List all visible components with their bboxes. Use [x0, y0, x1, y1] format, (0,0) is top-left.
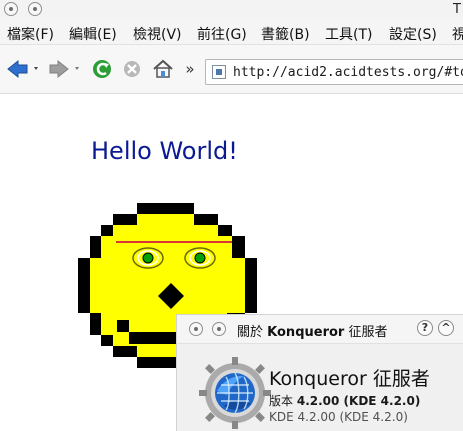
- about-konqueror-dialog: 關於 Konqueror 征服者 ? ^ Konqueror 征服者 版本 4.…: [176, 314, 463, 431]
- version-label: 版本: [269, 394, 294, 408]
- shade-button[interactable]: ^: [438, 320, 454, 336]
- about-dialog-title-app: Konqueror: [267, 325, 345, 340]
- about-version-line: 版本 4.2.00 (KDE 4.2.0): [269, 392, 420, 409]
- about-heading: Konqueror 征服者: [269, 368, 430, 390]
- kde-version-line: KDE 4.2.00 (KDE 4.2.0): [269, 410, 408, 424]
- left-eye: [132, 247, 164, 269]
- about-dialog-titlebar: 關於 Konqueror 征服者 ? ^: [177, 315, 463, 344]
- version-value: 4.2.00 (KDE 4.2.0): [296, 394, 421, 408]
- about-dialog-title-suffix: 征服者: [348, 325, 388, 340]
- about-dialog-title: 關於 Konqueror 征服者: [237, 321, 387, 340]
- help-button[interactable]: ?: [417, 320, 433, 336]
- dialog-pin-button[interactable]: [212, 322, 226, 336]
- right-eye: [184, 247, 216, 269]
- konqueror-gear-globe-icon: [199, 357, 271, 429]
- dialog-menu-button[interactable]: [189, 322, 203, 336]
- about-dialog-title-prefix: 關於: [237, 325, 264, 340]
- mouth-left-corner: [117, 320, 129, 332]
- konqueror-screen: T 檔案(F) 編輯(E) 檢視(V) 前往(G) 書籤(B) 工具(T) 設定…: [0, 0, 463, 431]
- forehead-red-line: [116, 241, 232, 243]
